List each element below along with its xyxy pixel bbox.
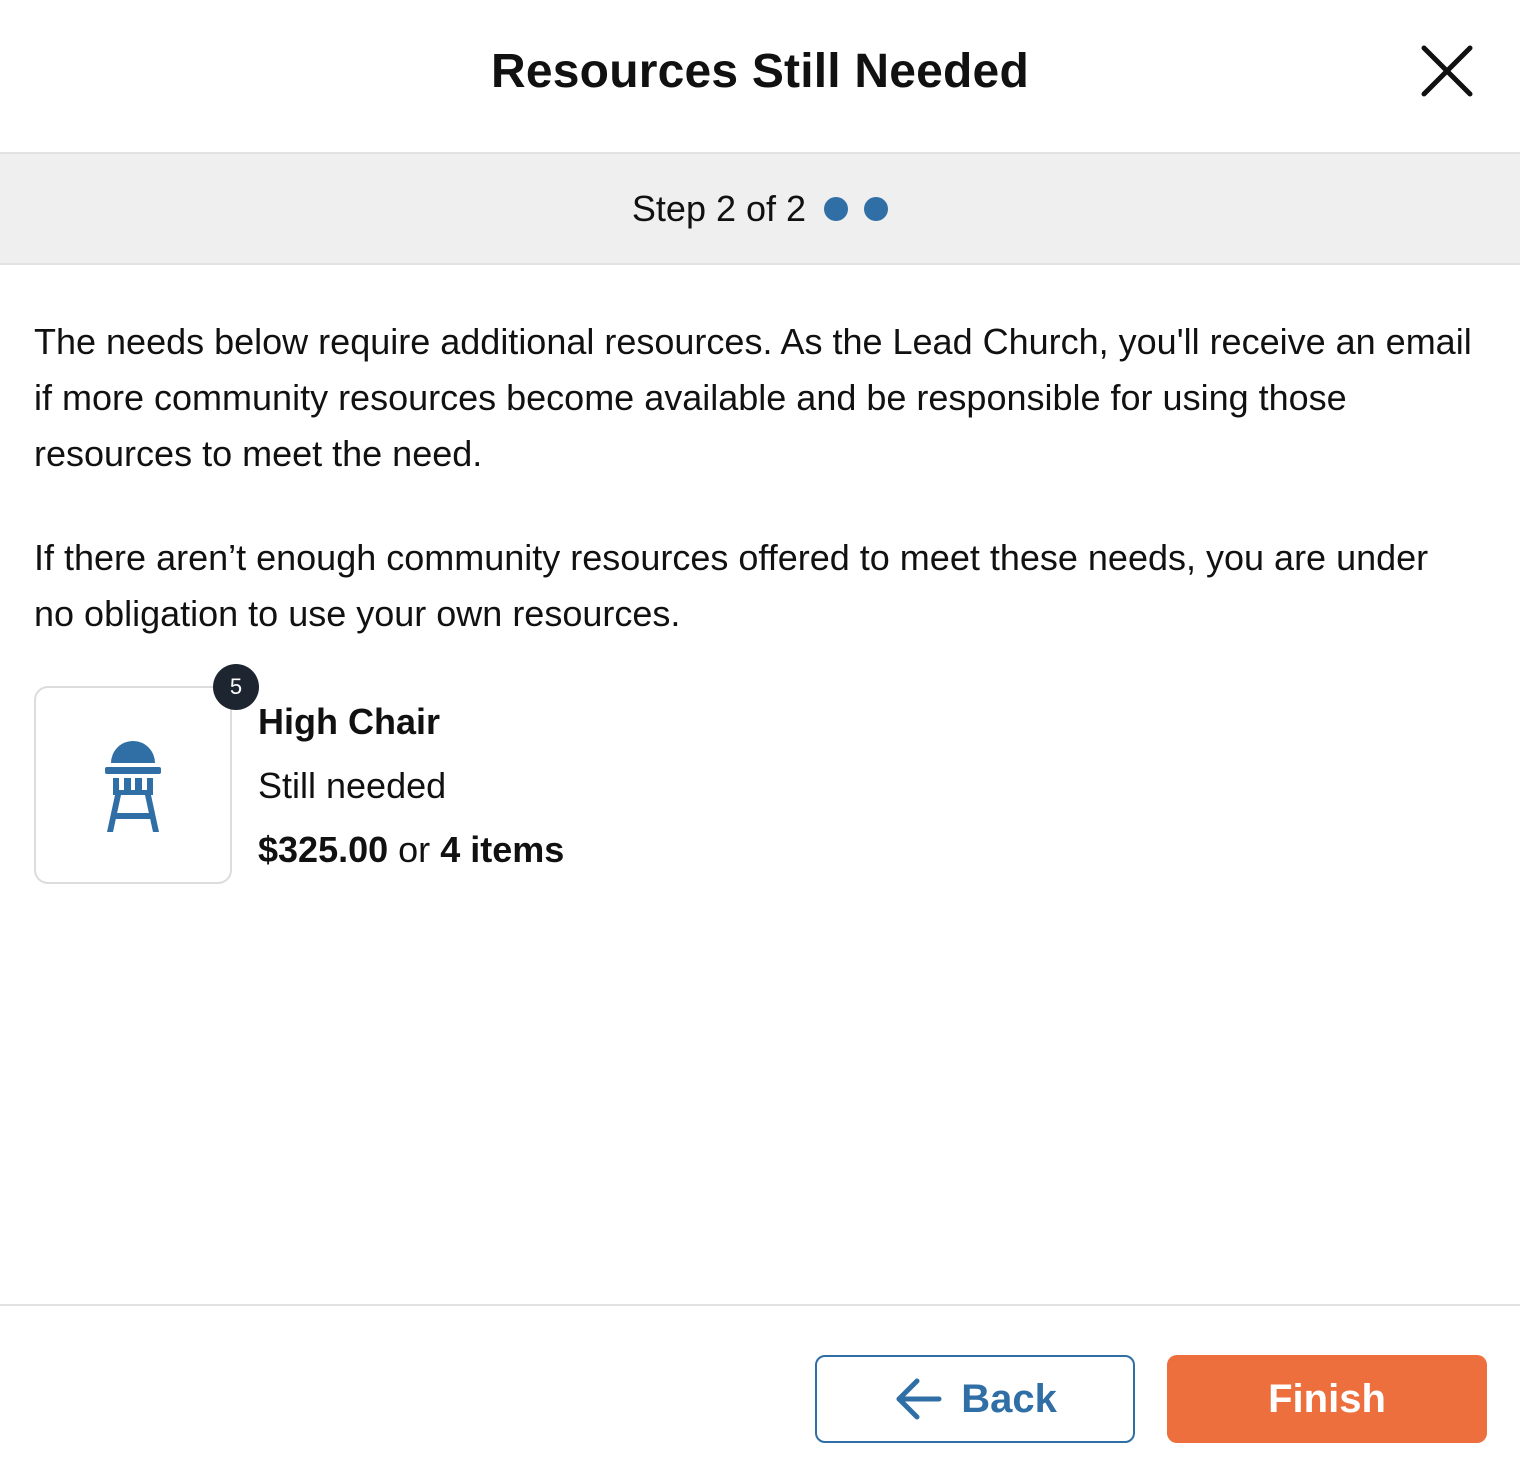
need-info: High Chair Still needed $325.00 or 4 ite… <box>258 700 564 872</box>
need-item: 5 High Chair Still needed $325.00 or 4 i… <box>34 664 834 886</box>
modal-header: Resources Still Needed <box>0 0 1520 152</box>
need-status: Still needed <box>258 765 447 806</box>
close-icon <box>1421 45 1473 97</box>
need-name: High Chair <box>258 701 441 742</box>
step-indicator: Step 2 of 2 <box>0 152 1520 265</box>
finish-button[interactable]: Finish <box>1167 1355 1487 1443</box>
high-chair-icon <box>105 741 161 832</box>
description-paragraph-2: If there aren’t enough community resourc… <box>34 537 1429 634</box>
need-thumbnail <box>34 686 232 884</box>
resources-modal: Resources Still Needed Step 2 of 2 The n… <box>0 0 1520 1468</box>
modal-title: Resources Still Needed <box>491 44 1029 98</box>
step-label: Step 2 of 2 <box>631 187 807 229</box>
back-button[interactable]: Back <box>815 1355 1135 1443</box>
arrow-left-icon <box>896 1378 942 1420</box>
need-amount: $325.00 or 4 items <box>258 828 564 872</box>
step-dot-1 <box>824 196 849 221</box>
need-amount-separator: or <box>398 829 431 870</box>
finish-button-label: Finish <box>1268 1376 1386 1421</box>
step-dots <box>824 196 889 221</box>
need-item-count: 4 items <box>440 829 565 870</box>
footer-divider <box>0 1304 1520 1306</box>
step-dot-2 <box>864 196 889 221</box>
need-dollar-amount: $325.00 <box>258 829 389 870</box>
close-button[interactable] <box>1418 42 1476 100</box>
modal-content: The needs below require additional resou… <box>34 314 1474 642</box>
quantity-badge: 5 <box>213 664 259 710</box>
description-paragraph-1: The needs below require additional resou… <box>34 321 1472 474</box>
back-button-label: Back <box>961 1376 1057 1421</box>
